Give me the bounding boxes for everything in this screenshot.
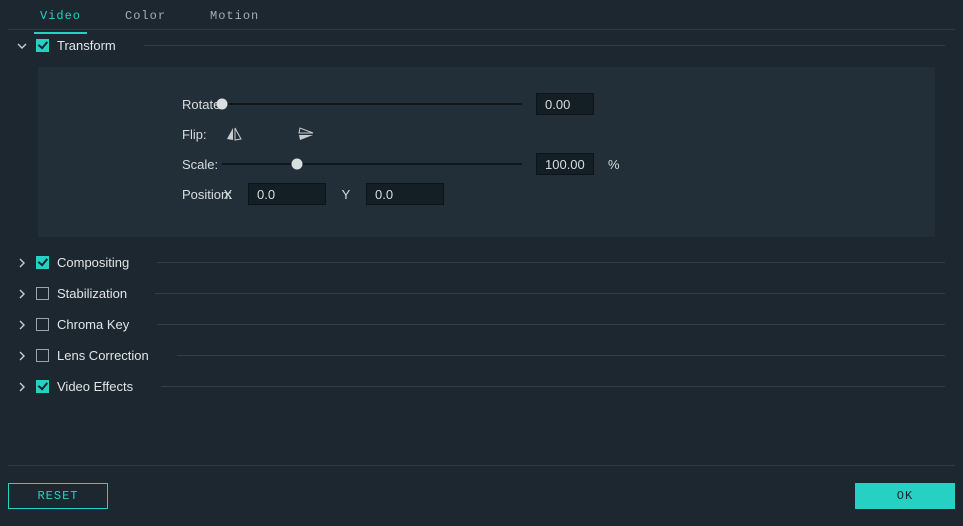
input-scale[interactable] [536, 153, 594, 175]
flip-vertical-icon[interactable] [298, 126, 314, 142]
label-x: X [222, 187, 234, 202]
section-header-stabilization: Stabilization [8, 278, 955, 309]
tab-motion[interactable]: Motion [206, 7, 263, 30]
chevron-down-icon[interactable] [16, 40, 28, 52]
checkbox-stabilization[interactable] [36, 287, 49, 300]
chevron-right-icon[interactable] [16, 319, 28, 331]
row-position: Position: X Y [62, 179, 911, 209]
section-title-lens-correction: Lens Correction [57, 348, 149, 363]
rule [177, 355, 945, 356]
rule [155, 293, 945, 294]
label-y: Y [340, 187, 352, 202]
row-flip: Flip: [62, 119, 911, 149]
section-stabilization: Stabilization [8, 278, 955, 309]
checkbox-chroma-key[interactable] [36, 318, 49, 331]
section-video-effects: Video Effects [8, 371, 955, 402]
section-title-compositing: Compositing [57, 255, 129, 270]
section-lens-correction: Lens Correction [8, 340, 955, 371]
rule [144, 45, 945, 46]
slider-track [222, 163, 522, 165]
section-chroma-key: Chroma Key [8, 309, 955, 340]
checkbox-transform[interactable] [36, 39, 49, 52]
flip-horizontal-icon[interactable] [226, 126, 242, 142]
chevron-right-icon[interactable] [16, 288, 28, 300]
unit-percent: % [608, 157, 620, 172]
section-header-video-effects: Video Effects [8, 371, 955, 402]
rule [157, 262, 945, 263]
video-effects-panel: Transform Rotate: [8, 30, 955, 466]
rule [161, 386, 945, 387]
label-position: Position: [62, 187, 222, 202]
transform-panel: Rotate: Flip: [38, 67, 935, 237]
row-scale: Scale: % [62, 149, 911, 179]
reset-button[interactable]: RESET [8, 483, 108, 509]
label-rotate: Rotate: [62, 97, 222, 112]
rule [157, 324, 945, 325]
input-position-y[interactable] [366, 183, 444, 205]
section-title-chroma-key: Chroma Key [57, 317, 129, 332]
section-header-compositing: Compositing [8, 247, 955, 278]
slider-scale[interactable] [222, 157, 522, 171]
label-flip: Flip: [62, 127, 222, 142]
section-title-video-effects: Video Effects [57, 379, 133, 394]
input-position-x[interactable] [248, 183, 326, 205]
section-transform: Transform Rotate: [8, 30, 955, 237]
checkbox-video-effects[interactable] [36, 380, 49, 393]
section-header-lens-correction: Lens Correction [8, 340, 955, 371]
slider-thumb-rotate[interactable] [217, 99, 228, 110]
section-title-transform: Transform [57, 38, 116, 53]
footer: RESET OK [8, 474, 955, 518]
section-title-stabilization: Stabilization [57, 286, 127, 301]
slider-thumb-scale[interactable] [292, 159, 303, 170]
section-header-chroma-key: Chroma Key [8, 309, 955, 340]
chevron-right-icon[interactable] [16, 257, 28, 269]
section-compositing: Compositing [8, 247, 955, 278]
row-rotate: Rotate: [62, 89, 911, 119]
chevron-right-icon[interactable] [16, 350, 28, 362]
chevron-right-icon[interactable] [16, 381, 28, 393]
checkbox-compositing[interactable] [36, 256, 49, 269]
slider-track [222, 103, 522, 105]
input-rotate[interactable] [536, 93, 594, 115]
tab-video[interactable]: Video [36, 7, 85, 30]
tab-bar: Video Color Motion [8, 0, 955, 30]
slider-rotate[interactable] [222, 97, 522, 111]
checkbox-lens-correction[interactable] [36, 349, 49, 362]
section-header-transform: Transform [8, 30, 955, 61]
label-scale: Scale: [62, 157, 222, 172]
ok-button[interactable]: OK [855, 483, 955, 509]
tab-color[interactable]: Color [121, 7, 170, 30]
